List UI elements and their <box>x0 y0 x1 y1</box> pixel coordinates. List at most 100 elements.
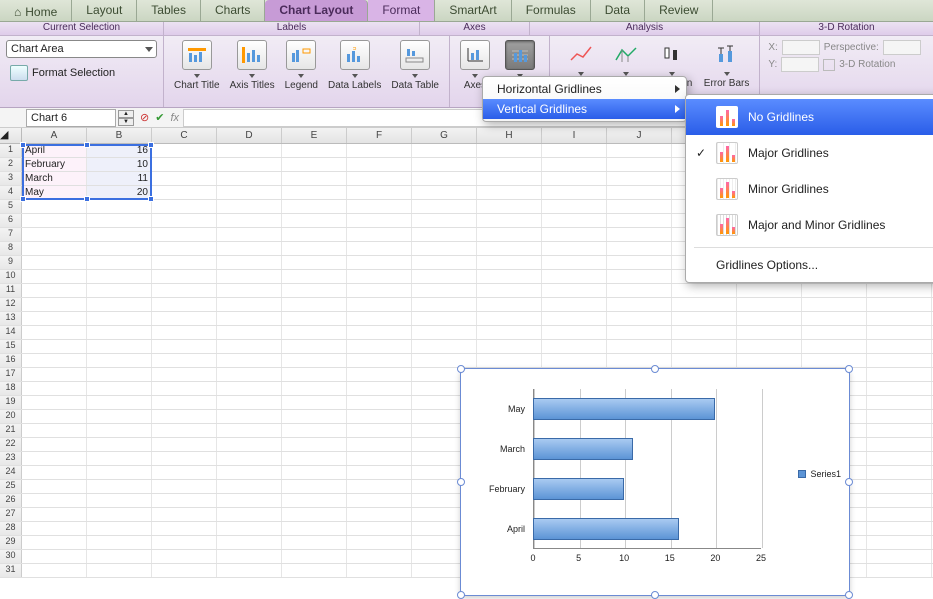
cell[interactable] <box>347 214 412 227</box>
cell[interactable] <box>217 172 282 185</box>
cell[interactable] <box>347 424 412 437</box>
cell[interactable] <box>477 144 542 157</box>
cell[interactable] <box>22 564 87 577</box>
row-header[interactable]: 9 <box>0 256 22 269</box>
cell[interactable] <box>477 158 542 171</box>
cell[interactable] <box>217 494 282 507</box>
cell[interactable] <box>412 284 477 297</box>
row-header[interactable]: 17 <box>0 368 22 381</box>
cell[interactable] <box>217 480 282 493</box>
cell[interactable] <box>22 270 87 283</box>
tab-layout[interactable]: Layout <box>72 0 137 21</box>
cell[interactable] <box>217 382 282 395</box>
cell[interactable] <box>867 522 932 535</box>
row-header[interactable]: 1 <box>0 144 22 157</box>
legend-button[interactable]: Legend <box>281 40 322 103</box>
cell[interactable] <box>867 424 932 437</box>
cell[interactable] <box>477 256 542 269</box>
cell[interactable] <box>867 368 932 381</box>
cell[interactable] <box>607 312 672 325</box>
cell[interactable] <box>802 340 867 353</box>
cell[interactable] <box>87 564 152 577</box>
column-header[interactable]: C <box>152 128 217 143</box>
cell[interactable] <box>347 354 412 367</box>
row-header[interactable]: 5 <box>0 200 22 213</box>
cell[interactable] <box>217 536 282 549</box>
cell[interactable] <box>87 382 152 395</box>
cell[interactable] <box>412 228 477 241</box>
cell[interactable] <box>347 564 412 577</box>
cell[interactable] <box>22 508 87 521</box>
column-header[interactable]: B <box>87 128 152 143</box>
embedded-chart[interactable]: MayMarchFebruaryApril 0510152025 Series1 <box>460 368 850 596</box>
cell[interactable] <box>152 494 217 507</box>
cell[interactable] <box>22 536 87 549</box>
row-header[interactable]: 14 <box>0 326 22 339</box>
cell[interactable] <box>22 522 87 535</box>
cell[interactable]: April <box>22 144 87 157</box>
data-table-button[interactable]: Data Table <box>387 40 443 103</box>
cell[interactable] <box>282 424 347 437</box>
cell[interactable] <box>282 480 347 493</box>
cell[interactable] <box>217 564 282 577</box>
cell[interactable] <box>217 452 282 465</box>
cell[interactable] <box>347 368 412 381</box>
cell[interactable] <box>607 284 672 297</box>
cell[interactable] <box>217 438 282 451</box>
tab-data[interactable]: Data <box>591 0 645 21</box>
row-header[interactable]: 10 <box>0 270 22 283</box>
cell[interactable] <box>152 480 217 493</box>
cell[interactable] <box>152 256 217 269</box>
cell[interactable] <box>802 284 867 297</box>
cell[interactable] <box>282 522 347 535</box>
cell[interactable] <box>542 284 607 297</box>
tab-formulas[interactable]: Formulas <box>512 0 591 21</box>
cell[interactable] <box>802 312 867 325</box>
cell[interactable] <box>152 368 217 381</box>
cell[interactable] <box>87 508 152 521</box>
cell[interactable] <box>217 466 282 479</box>
row-header[interactable]: 29 <box>0 536 22 549</box>
cell[interactable] <box>152 284 217 297</box>
chart-bar[interactable] <box>533 398 715 420</box>
cell[interactable] <box>282 270 347 283</box>
cell[interactable] <box>477 172 542 185</box>
cell[interactable] <box>542 270 607 283</box>
cell[interactable] <box>347 144 412 157</box>
row-header[interactable]: 7 <box>0 228 22 241</box>
row-header[interactable]: 8 <box>0 242 22 255</box>
cell[interactable] <box>607 270 672 283</box>
column-header[interactable]: F <box>347 128 412 143</box>
cell[interactable] <box>282 298 347 311</box>
cell[interactable] <box>22 368 87 381</box>
cell[interactable] <box>22 480 87 493</box>
cell[interactable] <box>607 256 672 269</box>
cell[interactable] <box>87 200 152 213</box>
column-header[interactable]: I <box>542 128 607 143</box>
cell[interactable] <box>477 284 542 297</box>
cell[interactable] <box>87 284 152 297</box>
tab-home[interactable]: ⌂ Home <box>0 0 72 21</box>
row-header[interactable]: 20 <box>0 410 22 423</box>
cell[interactable] <box>542 144 607 157</box>
fx-icon[interactable]: fx <box>170 112 179 124</box>
cell[interactable] <box>737 298 802 311</box>
cell[interactable] <box>412 158 477 171</box>
cell[interactable] <box>867 326 932 339</box>
cell[interactable] <box>867 452 932 465</box>
chart-legend[interactable]: Series1 <box>798 469 841 479</box>
cell[interactable] <box>22 410 87 423</box>
cell[interactable] <box>542 228 607 241</box>
cell[interactable] <box>152 242 217 255</box>
column-header[interactable]: J <box>607 128 672 143</box>
row-header[interactable]: 16 <box>0 354 22 367</box>
cell[interactable] <box>672 326 737 339</box>
cell[interactable] <box>867 480 932 493</box>
cell[interactable] <box>217 410 282 423</box>
chart-plot-area[interactable]: MayMarchFebruaryApril 0510152025 <box>481 389 761 569</box>
cell[interactable] <box>542 354 607 367</box>
cell[interactable] <box>152 522 217 535</box>
cell[interactable] <box>282 186 347 199</box>
cell[interactable] <box>282 312 347 325</box>
major-minor-gridlines-item[interactable]: Major and Minor Gridlines <box>686 207 933 243</box>
